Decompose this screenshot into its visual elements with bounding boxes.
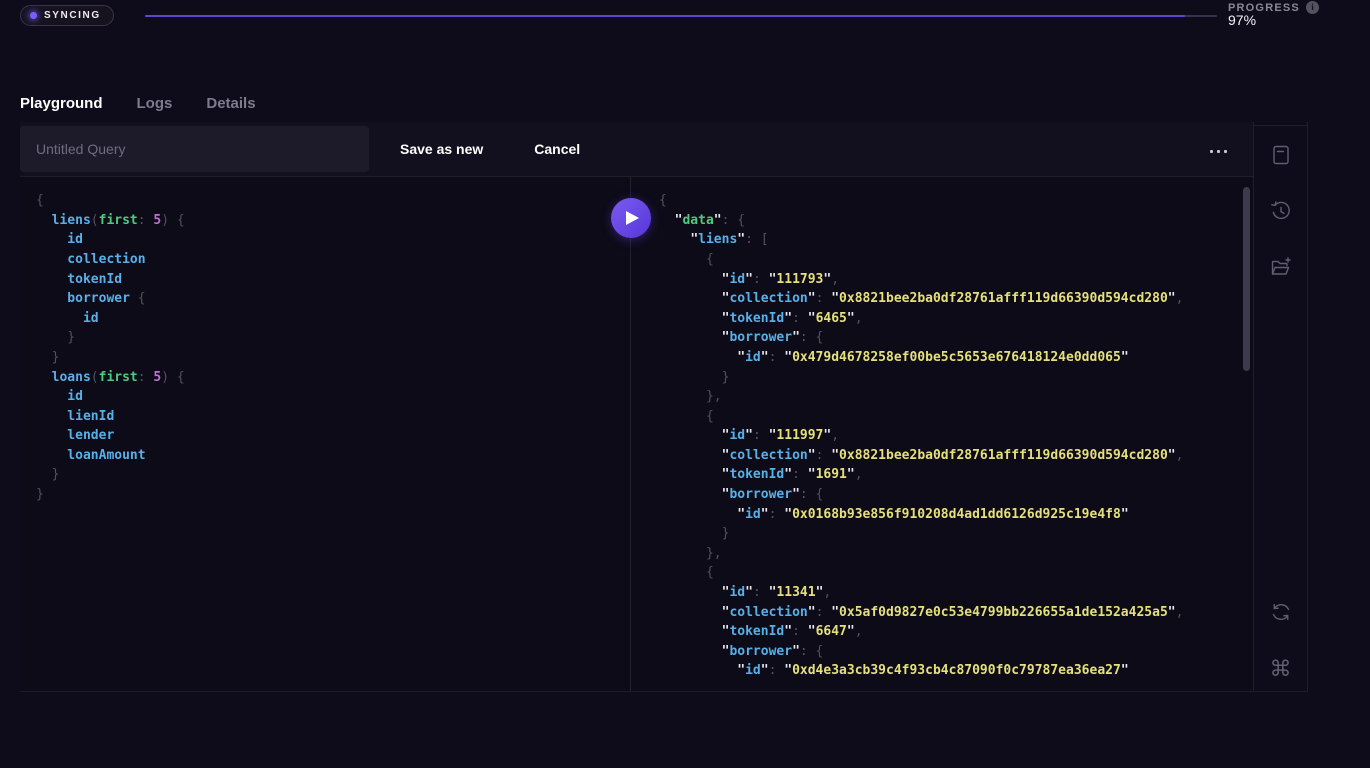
code-line: }, — [659, 387, 1243, 407]
code-line: lender — [36, 426, 620, 446]
cancel-button[interactable]: Cancel — [534, 141, 580, 157]
code-line: "id": "11341", — [659, 583, 1243, 603]
code-line: } — [659, 368, 1243, 388]
code-line: "id": "0x0168b93e856f910208d4ad1dd6126d9… — [659, 505, 1243, 525]
tab-logs[interactable]: Logs — [137, 95, 173, 116]
tab-details[interactable]: Details — [206, 95, 255, 116]
docs-icon[interactable] — [1268, 142, 1294, 168]
code-line: collection — [36, 250, 620, 270]
query-toolbar: Save as new Cancel — [20, 122, 1253, 177]
keyboard-shortcuts-icon[interactable]: ⌘ — [1268, 657, 1294, 683]
code-line: } — [36, 465, 620, 485]
refetch-schema-icon[interactable] — [1268, 599, 1294, 625]
info-icon[interactable]: i — [1306, 1, 1319, 14]
code-line: id — [36, 309, 620, 329]
sync-status-label: SYNCING — [44, 10, 101, 21]
code-line: "collection": "0x5af0d9827e0c53e4799bb22… — [659, 603, 1243, 623]
code-line: "data": { — [659, 211, 1243, 231]
plugin-rail: ⌘ — [1253, 122, 1308, 691]
code-line: "id": "0x479d4678258ef00be5c5653e6764181… — [659, 348, 1243, 368]
playground-panel: Save as new Cancel { liens(first: 5) { i… — [20, 122, 1308, 692]
query-editor-code[interactable]: { liens(first: 5) { id collection tokenI… — [20, 177, 631, 691]
code-line: } — [36, 348, 620, 368]
code-line: "id": "111793", — [659, 270, 1243, 290]
progress-value: 97% — [1228, 12, 1256, 28]
progress-fill — [145, 15, 1185, 17]
code-line: loanAmount — [36, 446, 620, 466]
code-line: "borrower": { — [659, 328, 1243, 348]
sync-progress-bar — [145, 15, 1217, 17]
code-line: id — [36, 387, 620, 407]
code-line: { — [659, 191, 1243, 211]
code-line: "tokenId": "1691", — [659, 465, 1243, 485]
response-viewer-code: { "data": { "liens": [ { "id": "111793",… — [631, 177, 1253, 691]
code-line: loans(first: 5) { — [36, 368, 620, 388]
add-collection-icon[interactable] — [1268, 254, 1294, 280]
code-line: id — [36, 230, 620, 250]
code-line: { — [36, 191, 620, 211]
sync-status-badge: SYNCING — [20, 5, 114, 26]
code-line: "borrower": { — [659, 485, 1243, 505]
code-line: "collection": "0x8821bee2ba0df28761afff1… — [659, 289, 1243, 309]
code-line: "tokenId": "6647", — [659, 622, 1243, 642]
code-line: }, — [659, 544, 1243, 564]
more-options-button[interactable] — [1206, 146, 1231, 157]
tab-playground[interactable]: Playground — [20, 95, 103, 116]
play-icon — [625, 210, 640, 226]
code-line: "liens": [ — [659, 230, 1243, 250]
code-line: } — [36, 328, 620, 348]
code-line: "tokenId": "6465", — [659, 309, 1243, 329]
code-line: lienId — [36, 407, 620, 427]
code-line: } — [36, 485, 620, 505]
code-line: "collection": "0x8821bee2ba0df28761afff1… — [659, 446, 1243, 466]
code-line: { — [659, 250, 1243, 270]
code-line: liens(first: 5) { — [36, 211, 620, 231]
code-line: borrower { — [36, 289, 620, 309]
code-line: tokenId — [36, 270, 620, 290]
history-icon[interactable] — [1268, 198, 1294, 224]
code-line: } — [659, 524, 1243, 544]
save-as-new-button[interactable]: Save as new — [400, 141, 483, 157]
editor-area: { liens(first: 5) { id collection tokenI… — [20, 177, 1253, 691]
query-name-input[interactable] — [20, 126, 369, 172]
code-line: "id": "0xd4e3a3cb39c4f93cb4c87090f0c7978… — [659, 661, 1243, 681]
code-line: { — [659, 407, 1243, 427]
sync-status-dot-icon — [30, 12, 37, 19]
code-line: { — [659, 563, 1243, 583]
execute-query-button[interactable] — [611, 198, 651, 238]
code-line: "id": "111997", — [659, 426, 1243, 446]
code-line: "borrower": { — [659, 642, 1243, 662]
response-scrollbar-thumb[interactable] — [1243, 187, 1250, 371]
